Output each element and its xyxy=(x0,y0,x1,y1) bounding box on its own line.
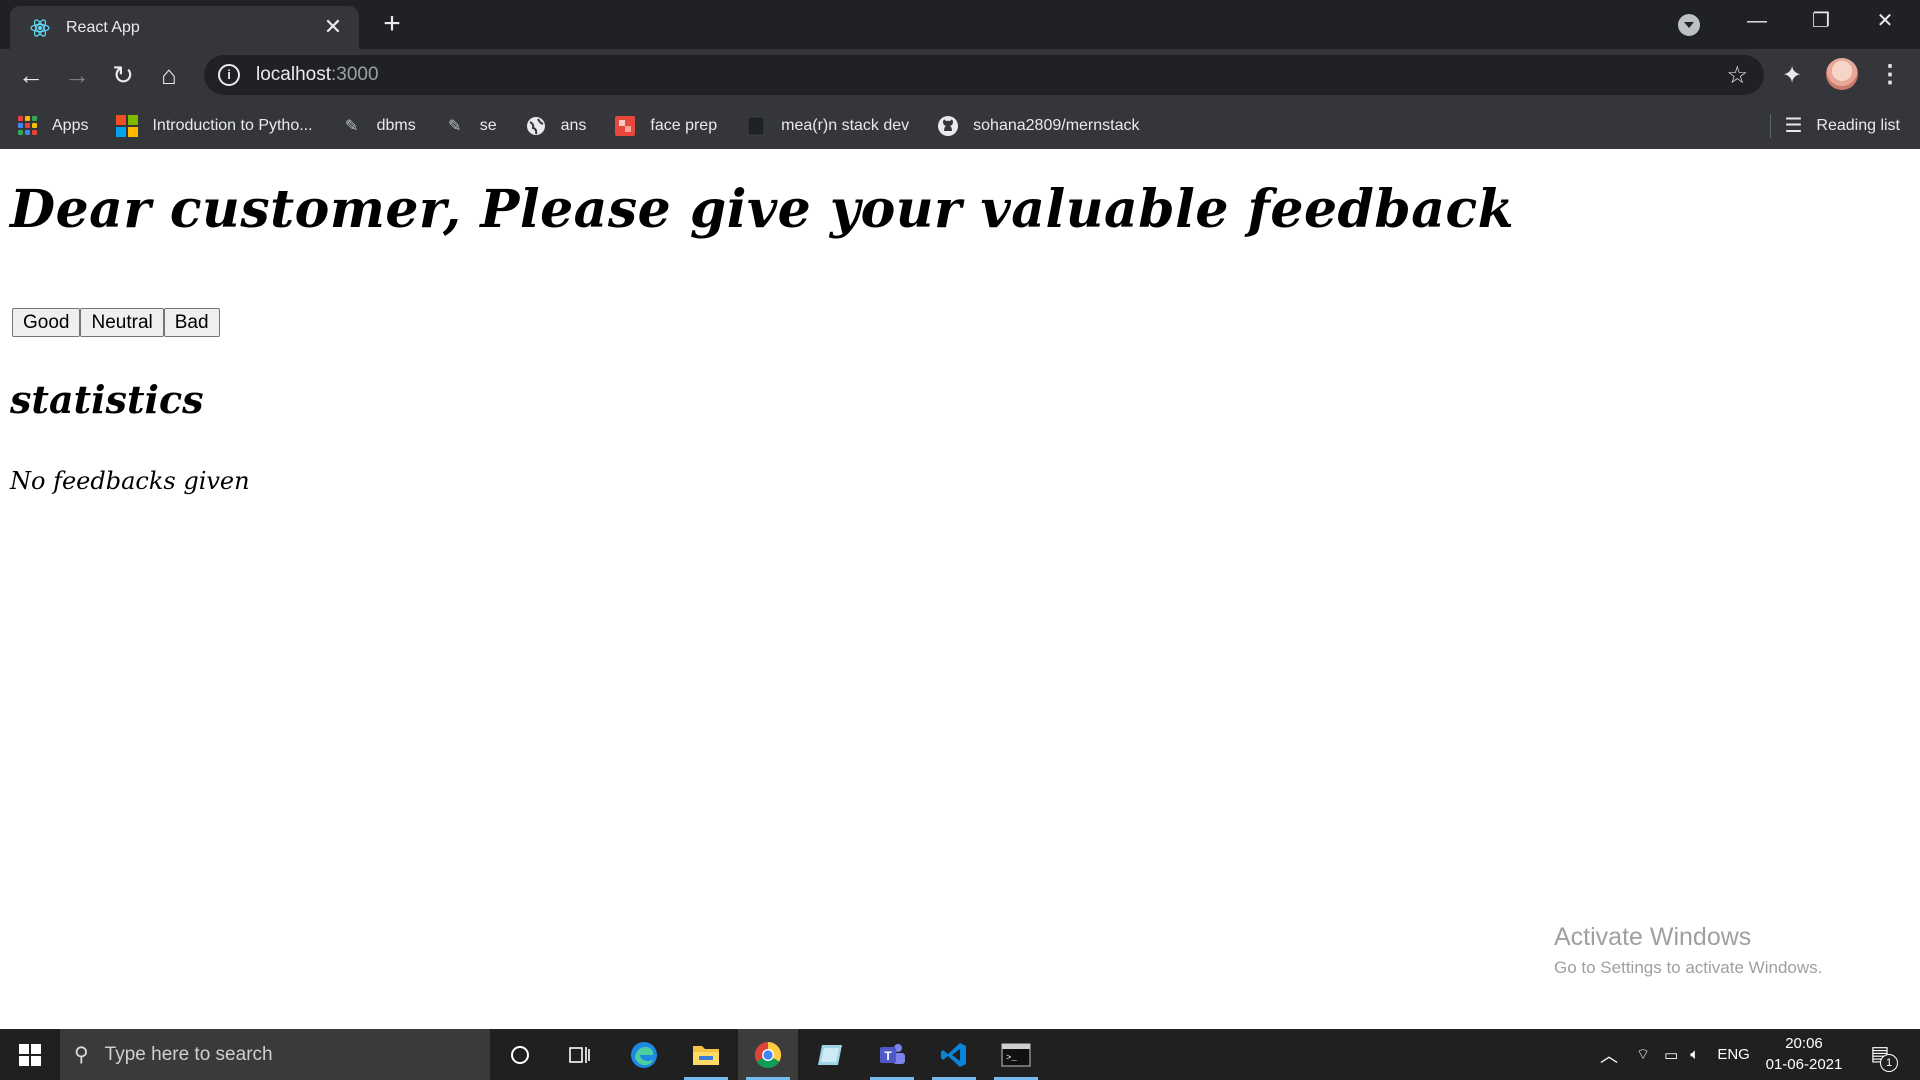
reading-list-icon: ☰ xyxy=(1784,115,1803,137)
start-button[interactable] xyxy=(0,1029,60,1080)
url-text[interactable]: localhost:3000 xyxy=(256,64,379,86)
bookmark-label: sohana2809/mernstack xyxy=(973,116,1140,134)
back-icon[interactable]: ← xyxy=(14,59,48,93)
reload-icon[interactable]: ↻ xyxy=(106,59,140,93)
site-info-icon[interactable]: i xyxy=(218,64,240,86)
bookmark-dbms[interactable]: ✎ dbms xyxy=(325,109,428,143)
bookmark-glyph-icon: ✎ xyxy=(447,117,462,135)
bookmark-label: mea(r)n stack dev xyxy=(781,116,910,134)
bookmark-label: Introduction to Pytho... xyxy=(152,116,313,134)
neutral-button[interactable]: Neutral xyxy=(80,308,164,337)
bookmark-label: se xyxy=(479,116,497,134)
wifi-icon[interactable]: ⌔ xyxy=(1636,1045,1650,1064)
maximize-icon[interactable]: ❐ xyxy=(1791,6,1851,36)
chrome-icon[interactable] xyxy=(738,1029,798,1080)
reading-list-label: Reading list xyxy=(1816,116,1900,134)
svg-text:>_: >_ xyxy=(1006,1053,1017,1063)
github-icon xyxy=(937,115,959,137)
svg-text:T: T xyxy=(884,1049,892,1063)
watermark-title: Activate Windows xyxy=(1554,923,1752,951)
tab-close-icon[interactable]: ✕ xyxy=(321,15,345,40)
react-logo-icon xyxy=(28,16,52,40)
battery-icon[interactable]: ▭ xyxy=(1664,1046,1678,1064)
blank-page-icon xyxy=(745,115,767,137)
globe-icon xyxy=(525,115,547,137)
page-heading: Dear customer, Please give your valuable… xyxy=(10,179,1515,240)
statistics-heading: statistics xyxy=(10,377,204,422)
notification-count-badge: 1 xyxy=(1880,1054,1898,1072)
show-hidden-icons-icon[interactable]: ︿ xyxy=(1600,1042,1618,1068)
system-tray: ︿ ⌔ ▭ 🔈︎ ENG xyxy=(1600,1029,1750,1080)
search-placeholder: Type here to search xyxy=(104,1043,273,1065)
profile-avatar[interactable] xyxy=(1826,58,1858,90)
cortana-icon[interactable] xyxy=(490,1029,550,1080)
task-view-icon[interactable] xyxy=(550,1029,610,1080)
bookmark-apps[interactable]: Apps xyxy=(0,109,100,143)
browser-tab[interactable]: React App ✕ xyxy=(10,6,359,49)
bad-button[interactable]: Bad xyxy=(163,308,220,337)
new-tab-button[interactable]: + xyxy=(375,9,409,40)
file-explorer-icon[interactable] xyxy=(676,1029,736,1080)
edge-icon[interactable] xyxy=(614,1029,674,1080)
url-host: localhost xyxy=(256,64,331,85)
bookmark-github-mernstack[interactable]: sohana2809/mernstack xyxy=(921,109,1151,143)
taskbar-search[interactable]: ⚲ Type here to search xyxy=(60,1029,490,1080)
good-button[interactable]: Good xyxy=(12,308,81,337)
microsoft-logo-icon xyxy=(116,114,139,137)
bookmark-star-icon[interactable]: ☆ xyxy=(1726,61,1748,90)
bookmark-se[interactable]: ✎ se xyxy=(428,109,509,143)
window-close-icon[interactable]: ✕ xyxy=(1855,6,1915,36)
home-icon[interactable]: ⌂ xyxy=(152,59,186,93)
tab-title: React App xyxy=(66,18,140,36)
bookmark-label: Apps xyxy=(52,116,89,134)
search-icon: ⚲ xyxy=(74,1044,89,1066)
page-viewport: Dear customer, Please give your valuable… xyxy=(0,149,1920,1029)
watermark-subtitle: Go to Settings to activate Windows. xyxy=(1554,958,1823,977)
clock-date: 01-06-2021 xyxy=(1765,1056,1843,1073)
bookmark-label: face prep xyxy=(650,116,718,134)
bookmark-introduction-to-python[interactable]: Introduction to Pytho... xyxy=(100,109,324,143)
bookmark-face-prep[interactable]: face prep xyxy=(598,109,729,143)
volume-icon[interactable]: 🔈︎ xyxy=(1690,1046,1699,1063)
url-port: :3000 xyxy=(331,64,379,85)
teams-icon[interactable]: T xyxy=(862,1029,922,1080)
bookmark-ans[interactable]: ans xyxy=(509,109,599,143)
activate-windows-watermark: Activate Windows Go to Settings to activ… xyxy=(1554,923,1822,978)
empty-statistics-message: No feedbacks given xyxy=(10,467,250,495)
bookmark-mean-stack-dev[interactable]: mea(r)n stack dev xyxy=(729,109,921,143)
language-indicator[interactable]: ENG xyxy=(1717,1046,1750,1063)
bookmark-label: ans xyxy=(560,116,587,134)
minimize-icon[interactable]: — xyxy=(1727,6,1787,36)
feedback-button-group: Good Neutral Bad xyxy=(12,308,220,337)
taskbar-clock[interactable]: 20:06 01-06-2021 xyxy=(1764,1033,1844,1075)
browser-tab-strip: React App ✕ + — ❐ ✕ xyxy=(0,0,1920,49)
apps-grid-icon xyxy=(16,115,38,137)
windows-taskbar: ⚲ Type here to search T >_ ︿ ⌔ ▭ 🔈︎ ENG … xyxy=(0,1029,1920,1080)
bookmark-label: dbms xyxy=(376,116,416,134)
reading-list-button[interactable]: ☰ Reading list xyxy=(1784,102,1900,149)
bookmarks-bar: Apps Introduction to Pytho... ✎ dbms ✎ s… xyxy=(0,102,1920,149)
face-prep-icon xyxy=(614,115,636,137)
vscode-icon[interactable] xyxy=(924,1029,984,1080)
terminal-icon[interactable]: >_ xyxy=(986,1029,1046,1080)
chrome-menu-icon[interactable]: ⋮ xyxy=(1876,58,1904,92)
tab-search-icon[interactable] xyxy=(1678,14,1700,36)
forward-icon[interactable]: → xyxy=(60,59,94,93)
browser-toolbar: ← → ↻ ⌂ i localhost:3000 ☆ ✦ ⋮ xyxy=(0,49,1920,102)
address-bar[interactable]: i localhost:3000 ☆ xyxy=(204,55,1764,95)
notes-icon[interactable] xyxy=(800,1029,860,1080)
reading-list-divider xyxy=(1770,114,1771,138)
windows-logo-icon xyxy=(19,1043,41,1066)
extensions-icon[interactable]: ✦ xyxy=(1782,61,1802,90)
clock-time: 20:06 xyxy=(1785,1035,1823,1052)
bookmark-glyph-icon: ✎ xyxy=(344,117,359,135)
